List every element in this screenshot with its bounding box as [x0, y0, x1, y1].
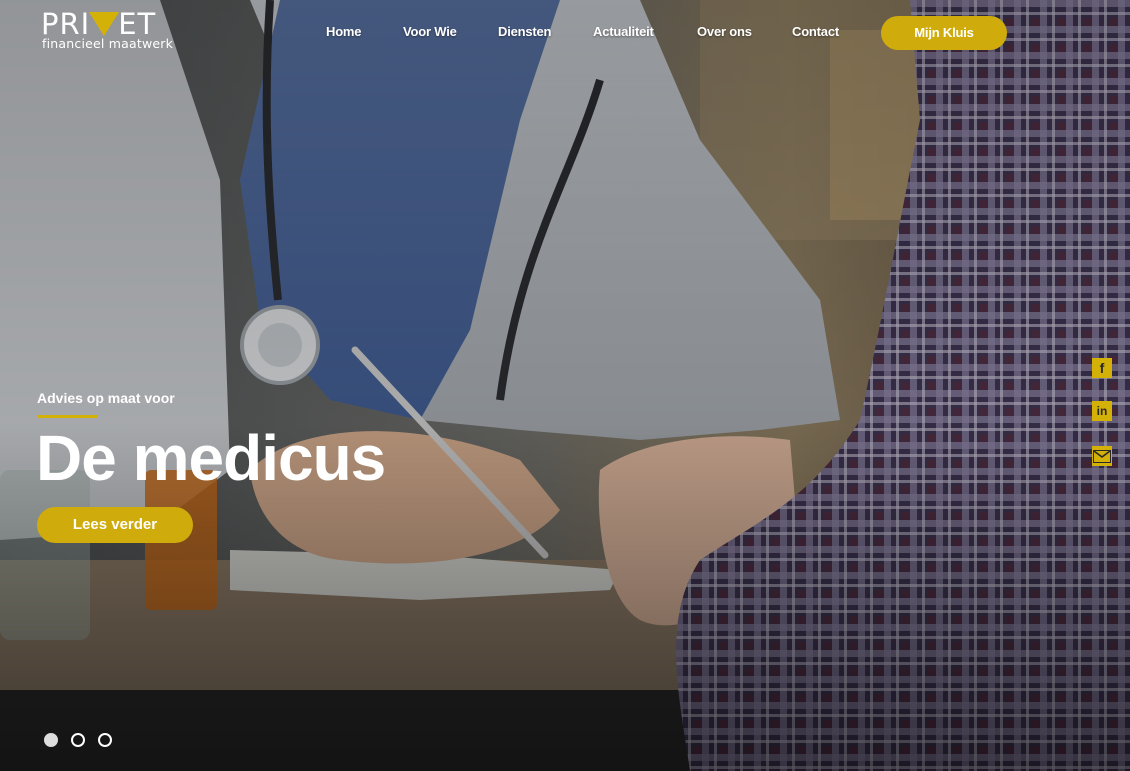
slide-dot-2[interactable] — [71, 733, 85, 747]
envelope-icon — [1093, 449, 1111, 463]
brand-wordmark: PRI ET — [41, 7, 157, 41]
linkedin-icon[interactable]: in — [1092, 401, 1112, 421]
hero-divider — [37, 415, 97, 418]
nav-item-actualiteit[interactable]: Actualiteit — [593, 24, 654, 39]
nav-item-contact[interactable]: Contact — [792, 24, 839, 39]
nav-item-home[interactable]: Home — [326, 24, 362, 39]
brand-tagline: financieel maatwerk — [42, 36, 174, 51]
hero-background — [0, 0, 1130, 771]
brand-triangle-icon — [89, 12, 120, 36]
nav-item-voor-wie[interactable]: Voor Wie — [403, 24, 457, 39]
mijn-kluis-button[interactable]: Mijn Kluis — [881, 16, 1007, 50]
nav-item-over-ons[interactable]: Over ons — [697, 24, 752, 39]
slide-dot-3[interactable] — [98, 733, 112, 747]
hero-subtitle: Advies op maat voor — [37, 390, 175, 406]
hero-photo — [0, 0, 1130, 771]
mail-icon[interactable] — [1092, 446, 1112, 466]
slide-dot-1[interactable] — [44, 733, 58, 747]
lees-verder-button[interactable]: Lees verder — [37, 507, 193, 543]
facebook-icon[interactable]: f — [1092, 358, 1112, 378]
hero-title: De medicus — [36, 422, 386, 494]
nav-item-diensten[interactable]: Diensten — [498, 24, 552, 39]
brand-logo[interactable]: PRI ET financieel maatwerk — [41, 9, 181, 53]
